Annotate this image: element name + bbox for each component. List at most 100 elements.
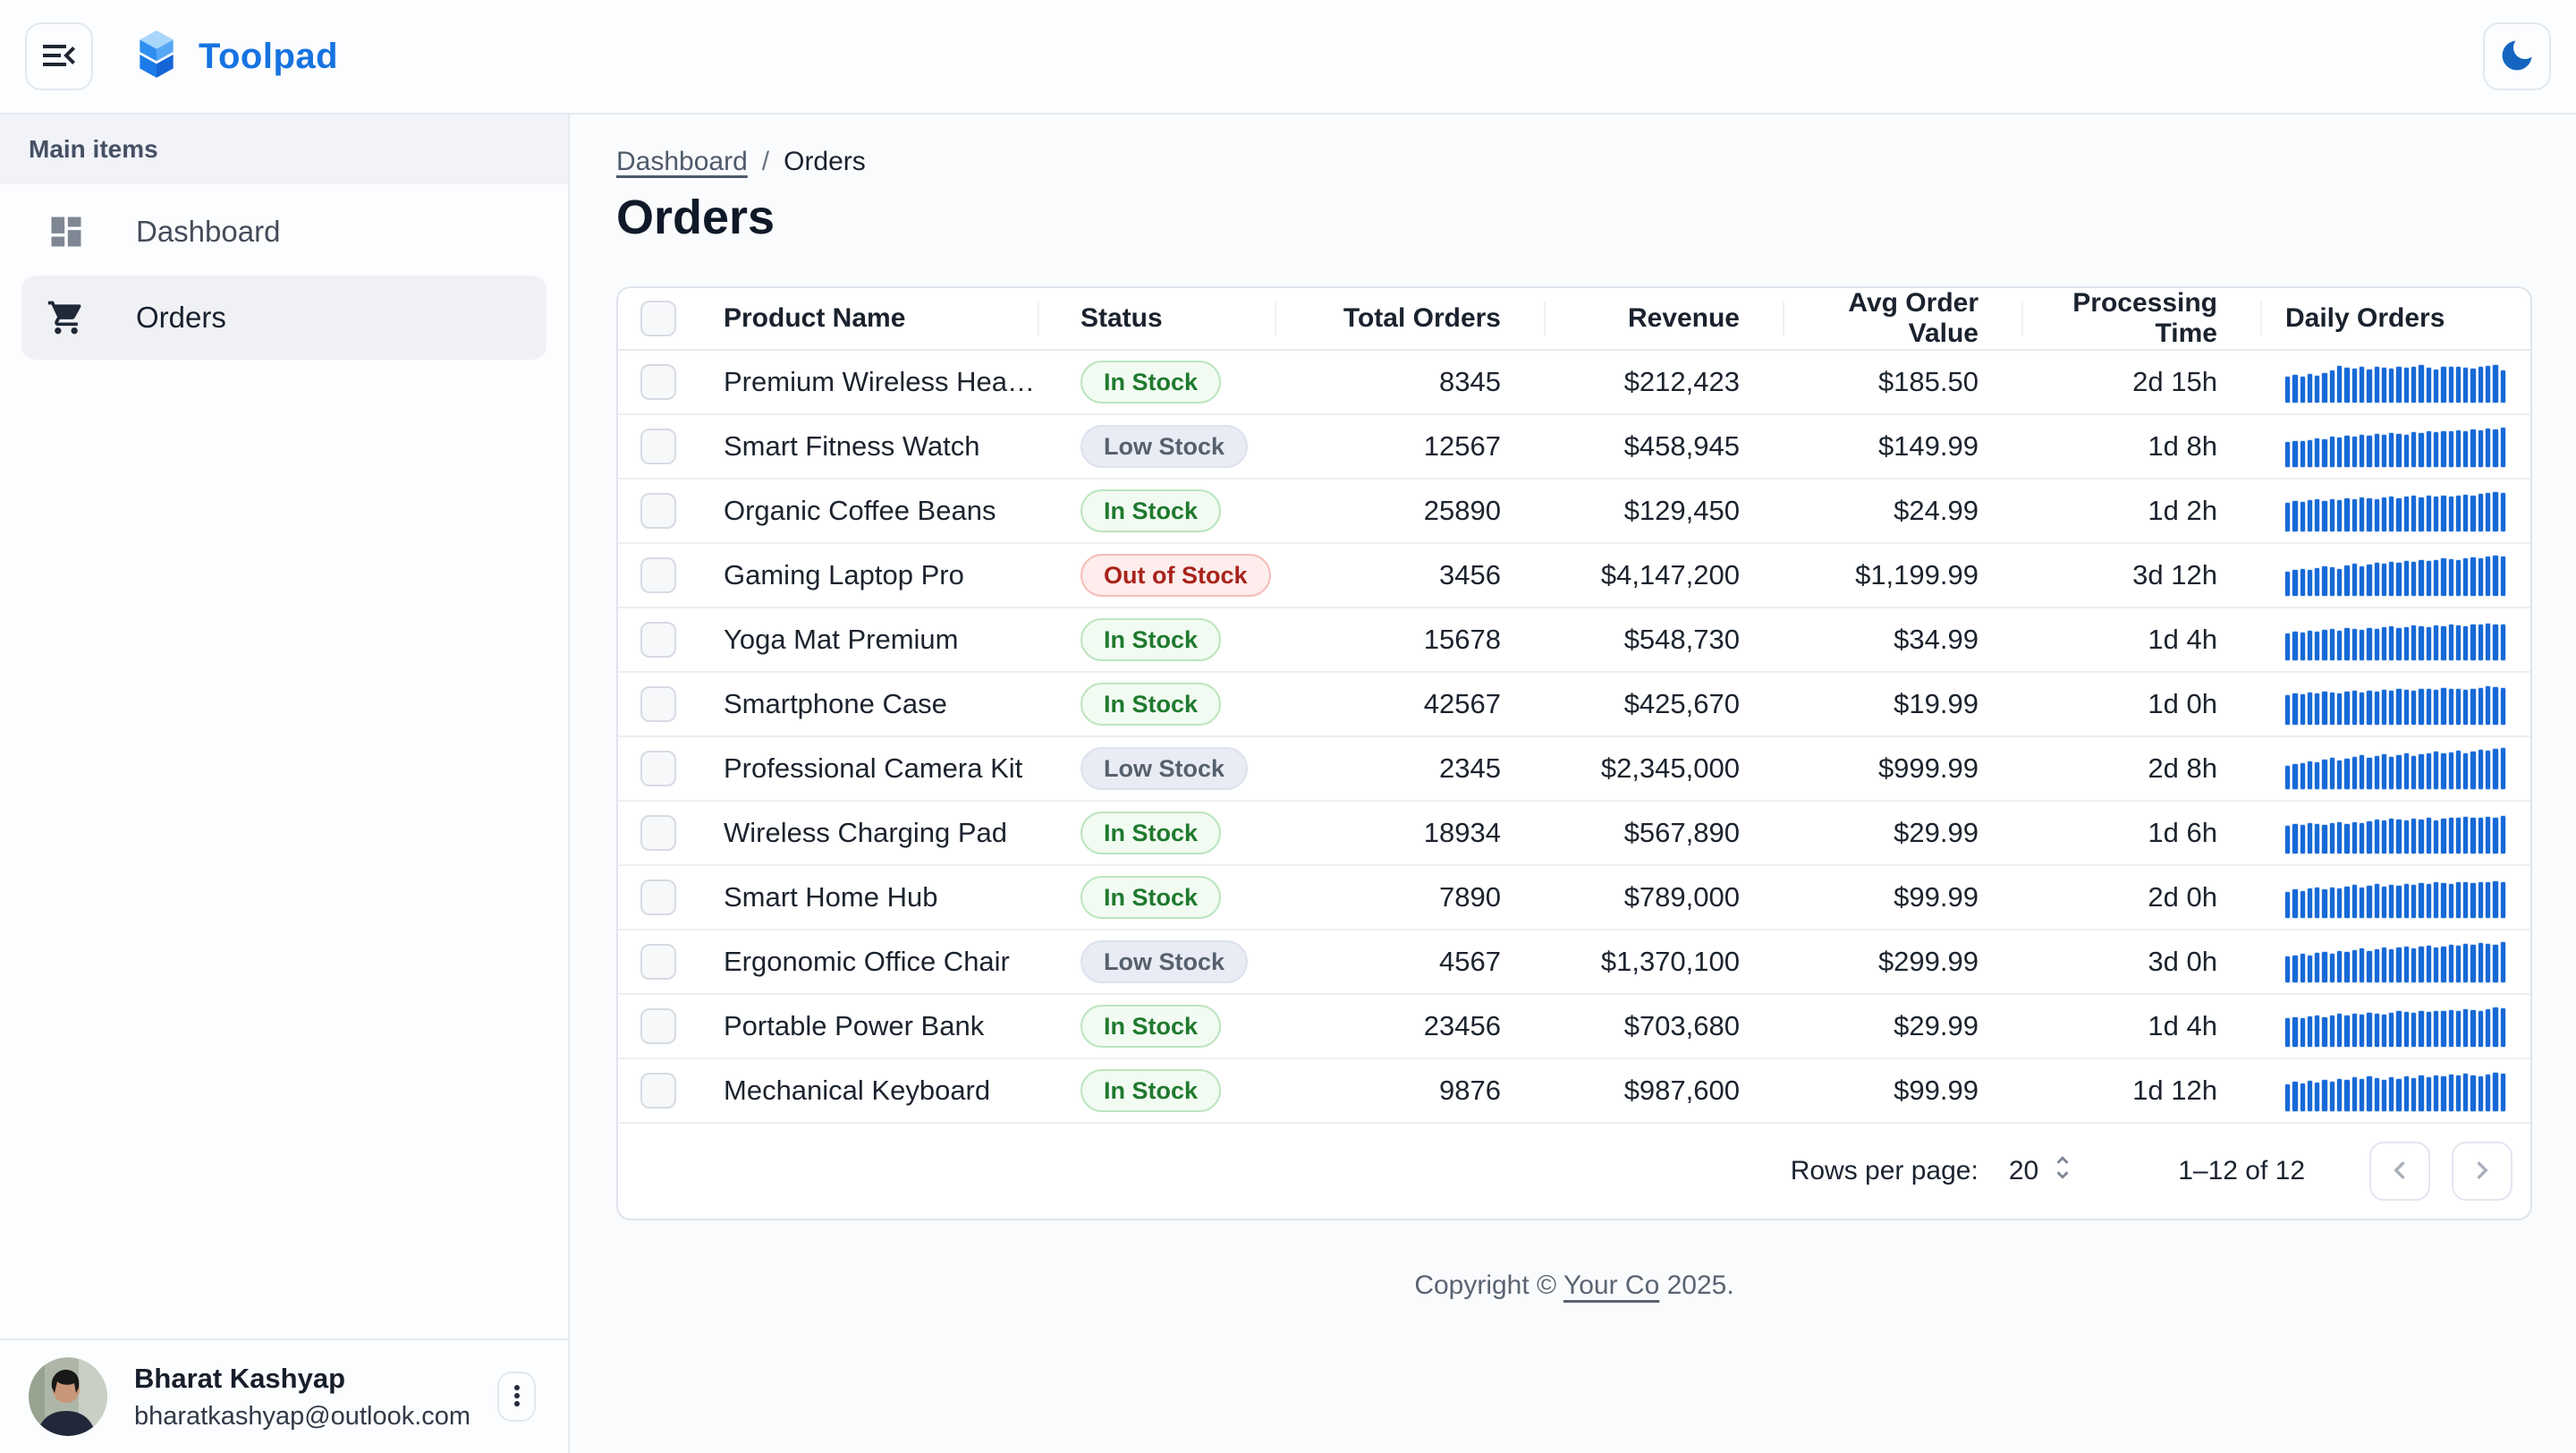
company-link[interactable]: Your Co xyxy=(1563,1270,1659,1300)
column-header-revenue[interactable]: Revenue xyxy=(1546,288,1784,349)
rows-per-page-select[interactable]: 20 xyxy=(2009,1152,2078,1190)
table-body: Premium Wireless Headp... In Stock 8345 … xyxy=(618,351,2530,1124)
column-header-status[interactable]: Status xyxy=(1039,288,1276,349)
total-orders-cell: 7890 xyxy=(1276,866,1546,929)
total-orders-cell: 12567 xyxy=(1276,415,1546,478)
theme-toggle-button[interactable] xyxy=(2483,22,2551,90)
product-name-cell: Premium Wireless Headp... xyxy=(724,366,1039,398)
row-checkbox[interactable] xyxy=(640,686,676,722)
table-row[interactable]: Wireless Charging Pad In Stock 18934 $56… xyxy=(618,802,2530,866)
product-name-cell: Gaming Laptop Pro xyxy=(724,559,964,591)
revenue-cell: $548,730 xyxy=(1546,608,1784,671)
table-row[interactable]: Premium Wireless Headp... In Stock 8345 … xyxy=(618,351,2530,415)
processing-time-cell: 3d 12h xyxy=(2023,544,2262,607)
table-row[interactable]: Smart Home Hub In Stock 7890 $789,000 $9… xyxy=(618,866,2530,930)
avg-order-value-cell: $99.99 xyxy=(1784,1059,2023,1122)
copyright-suffix: 2025. xyxy=(1659,1270,1733,1300)
app-title: Toolpad xyxy=(199,37,338,77)
table-row[interactable]: Smart Fitness Watch Low Stock 12567 $458… xyxy=(618,415,2530,480)
collapse-sidebar-button[interactable] xyxy=(25,22,93,90)
processing-time-cell: 1d 2h xyxy=(2023,480,2262,542)
row-checkbox[interactable] xyxy=(640,751,676,786)
total-orders-cell: 9876 xyxy=(1276,1059,1546,1122)
status-badge: Out of Stock xyxy=(1080,554,1271,597)
rows-per-page-value: 20 xyxy=(2009,1156,2038,1186)
kebab-menu-icon xyxy=(501,1380,533,1415)
avg-order-value-cell: $19.99 xyxy=(1784,673,2023,735)
next-page-button[interactable] xyxy=(2452,1142,2512,1201)
status-badge: In Stock xyxy=(1080,1005,1221,1048)
row-checkbox[interactable] xyxy=(640,429,676,464)
column-header-avg-order-value[interactable]: Avg Order Value xyxy=(1784,288,2023,349)
avg-order-value-cell: $34.99 xyxy=(1784,608,2023,671)
daily-orders-sparkline xyxy=(2285,361,2505,403)
breadcrumb-link-dashboard[interactable]: Dashboard xyxy=(616,147,748,177)
total-orders-cell: 18934 xyxy=(1276,802,1546,864)
avg-order-value-cell: $299.99 xyxy=(1784,930,2023,993)
row-checkbox[interactable] xyxy=(640,944,676,980)
column-header-total-orders[interactable]: Total Orders xyxy=(1276,288,1546,349)
row-checkbox[interactable] xyxy=(640,493,676,529)
select-all-checkbox[interactable] xyxy=(640,301,676,336)
processing-time-cell: 1d 4h xyxy=(2023,995,2262,1058)
revenue-cell: $1,370,100 xyxy=(1546,930,1784,993)
avg-order-value-cell: $24.99 xyxy=(1784,480,2023,542)
product-name-cell: Smart Home Hub xyxy=(724,881,937,913)
row-checkbox[interactable] xyxy=(640,1008,676,1044)
column-header-product-name[interactable]: Product Name xyxy=(699,288,1039,349)
row-checkbox[interactable] xyxy=(640,1073,676,1109)
revenue-cell: $4,147,200 xyxy=(1546,544,1784,607)
main-content: Dashboard / Orders Orders Product Name S… xyxy=(570,115,2576,1453)
table-row[interactable]: Smartphone Case In Stock 42567 $425,670 … xyxy=(618,673,2530,737)
table-row[interactable]: Organic Coffee Beans In Stock 25890 $129… xyxy=(618,480,2530,544)
column-header-processing-time[interactable]: Processing Time xyxy=(2023,288,2262,349)
copyright-prefix: Copyright © xyxy=(1414,1270,1563,1300)
row-checkbox[interactable] xyxy=(640,622,676,658)
moon-icon xyxy=(2497,36,2537,78)
table-row[interactable]: Gaming Laptop Pro Out of Stock 3456 $4,1… xyxy=(618,544,2530,608)
daily-orders-sparkline xyxy=(2285,555,2505,596)
table-row[interactable]: Mechanical Keyboard In Stock 9876 $987,6… xyxy=(618,1059,2530,1124)
table-row[interactable]: Professional Camera Kit Low Stock 2345 $… xyxy=(618,737,2530,802)
previous-page-button[interactable] xyxy=(2369,1142,2430,1201)
table-row[interactable]: Ergonomic Office Chair Low Stock 4567 $1… xyxy=(618,930,2530,995)
daily-orders-sparkline xyxy=(2285,490,2505,531)
status-badge: In Stock xyxy=(1080,1069,1221,1112)
product-name-cell: Ergonomic Office Chair xyxy=(724,946,1010,978)
table-row[interactable]: Yoga Mat Premium In Stock 15678 $548,730… xyxy=(618,608,2530,673)
avg-order-value-cell: $999.99 xyxy=(1784,737,2023,800)
daily-orders-sparkline xyxy=(2285,619,2505,660)
sidebar-item-dashboard[interactable]: Dashboard xyxy=(21,190,547,274)
revenue-cell: $789,000 xyxy=(1546,866,1784,929)
revenue-cell: $458,945 xyxy=(1546,415,1784,478)
column-header-daily-orders[interactable]: Daily Orders xyxy=(2262,288,2532,349)
pagination-bar: Rows per page: 20 1–12 of 12 xyxy=(618,1124,2530,1219)
chevron-left-icon xyxy=(2382,1152,2418,1191)
processing-time-cell: 2d 8h xyxy=(2023,737,2262,800)
menu-collapse-icon xyxy=(38,34,80,80)
sidebar-item-label: Orders xyxy=(136,301,226,335)
row-checkbox[interactable] xyxy=(640,879,676,915)
unfold-more-icon xyxy=(2047,1152,2078,1190)
row-checkbox[interactable] xyxy=(640,364,676,400)
sidebar: Main items Dashboard Orders xyxy=(0,115,570,1453)
brand[interactable]: Toolpad xyxy=(134,30,338,84)
status-badge: Low Stock xyxy=(1080,747,1248,790)
status-badge: In Stock xyxy=(1080,618,1221,661)
status-badge: In Stock xyxy=(1080,683,1221,726)
processing-time-cell: 3d 0h xyxy=(2023,930,2262,993)
total-orders-cell: 3456 xyxy=(1276,544,1546,607)
shopping-cart-icon xyxy=(47,298,86,337)
table-row[interactable]: Portable Power Bank In Stock 23456 $703,… xyxy=(618,995,2530,1059)
user-name: Bharat Kashyap xyxy=(134,1363,470,1395)
product-name-cell: Professional Camera Kit xyxy=(724,752,1022,785)
sidebar-item-orders[interactable]: Orders xyxy=(21,276,547,360)
orders-table: Product Name Status Total Orders Revenue… xyxy=(616,286,2532,1220)
chevron-right-icon xyxy=(2464,1152,2500,1191)
row-checkbox[interactable] xyxy=(640,557,676,593)
revenue-cell: $987,600 xyxy=(1546,1059,1784,1122)
user-menu-button[interactable] xyxy=(497,1372,536,1422)
row-checkbox[interactable] xyxy=(640,815,676,851)
status-badge: In Stock xyxy=(1080,489,1221,532)
processing-time-cell: 1d 0h xyxy=(2023,673,2262,735)
